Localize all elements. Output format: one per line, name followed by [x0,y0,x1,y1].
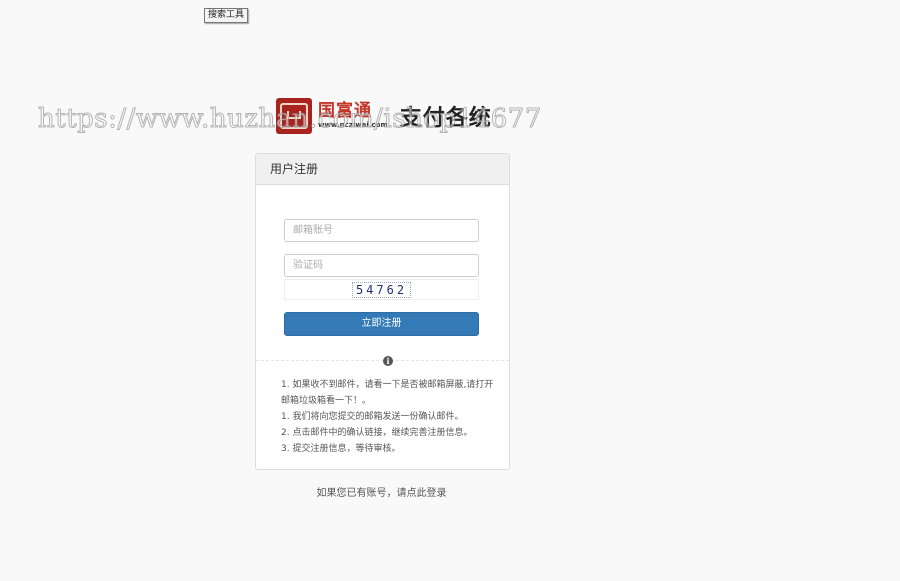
search-tool-button[interactable]: 搜索工具 [204,8,249,23]
captcha-input[interactable] [284,254,479,277]
page: 搜索工具 国富通 www.ncziwei.com 支付各统 https://ww… [0,0,900,581]
panel-title: 用户注册 [256,154,509,185]
note-item: 1. 我们将向您提交的邮箱发送一份确认邮件。 [281,412,464,422]
email-input[interactable] [284,219,479,242]
register-panel: 用户注册 54762 立即注册 i 1. 如果收不到邮件，请看一下是否被邮箱屏蔽… [255,153,510,470]
note-item: 1. 如果收不到邮件，请看一下是否被邮箱屏蔽,请打开邮箱垃圾箱看一下！。 [281,380,494,406]
logo-calligraphy: 支付各统 [399,105,492,131]
captcha-image[interactable]: 54762 [284,279,479,300]
logo-brand-name: 国富通 [318,101,372,121]
note-item: 2. 点击邮件中的确认链接，继续完善注册信息。 [281,428,473,438]
info-icon: i [383,356,393,366]
note-item: 3. 提交注册信息，等待审核。 [281,444,401,454]
captcha-code: 54762 [351,281,412,298]
logo: 国富通 www.ncziwei.com 支付各统 [276,98,492,134]
logo-brand: 国富通 www.ncziwei.com [318,103,388,129]
logo-brand-url: www.ncziwei.com [318,121,388,129]
notes-list: 1. 如果收不到邮件，请看一下是否被邮箱屏蔽,请打开邮箱垃圾箱看一下！。 1. … [281,377,499,457]
logo-seal-icon [276,98,312,134]
login-link[interactable]: 如果您已有账号，请点此登录 [255,484,508,499]
register-button[interactable]: 立即注册 [284,312,479,336]
